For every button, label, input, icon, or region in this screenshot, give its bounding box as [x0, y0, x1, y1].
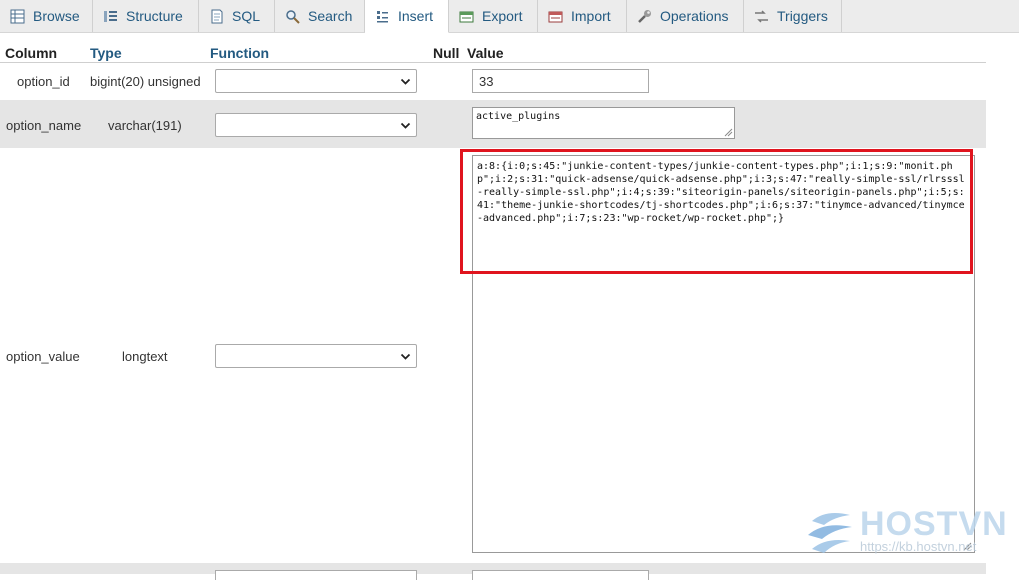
hostvn-logo-icon	[808, 513, 852, 553]
value-textarea[interactable]: active_plugins	[472, 107, 735, 139]
tab-label: Triggers	[777, 8, 828, 24]
tab-operations[interactable]: Operations	[627, 0, 744, 32]
column-type: bigint(20) unsigned	[90, 74, 201, 89]
tab-label: SQL	[232, 8, 261, 24]
tab-sql[interactable]: SQL	[199, 0, 275, 32]
header-function[interactable]: Function	[210, 45, 269, 61]
column-name: option_name	[6, 118, 82, 133]
search-icon	[285, 9, 300, 24]
tab-label: Structure	[126, 8, 183, 24]
insert-icon	[375, 9, 390, 24]
hostvn-watermark: HOSTVN https://kb.hostvn.net	[806, 505, 1007, 559]
tab-bar: Browse Structure SQL Search Insert Expor…	[0, 0, 1019, 33]
sql-icon	[209, 9, 224, 24]
tab-export[interactable]: Export	[449, 0, 538, 32]
tab-label: Import	[571, 8, 611, 24]
column-name: option_id	[17, 74, 70, 89]
table-row: option_id bigint(20) unsigned 33	[0, 63, 986, 100]
function-select[interactable]	[215, 344, 417, 368]
header-null: Null	[433, 45, 460, 61]
function-select[interactable]	[215, 69, 417, 93]
table-header: Column Type Function Null Value	[0, 44, 986, 63]
chevron-down-icon	[400, 353, 411, 360]
structure-icon	[103, 9, 118, 24]
value-input[interactable]: 33	[472, 69, 649, 93]
import-icon	[548, 9, 563, 24]
header-type[interactable]: Type	[90, 45, 122, 61]
tab-label: Operations	[660, 8, 729, 24]
export-icon	[459, 9, 474, 24]
header-column: Column	[5, 45, 58, 61]
tab-insert[interactable]: Insert	[365, 0, 449, 33]
watermark-url: https://kb.hostvn.net	[860, 539, 977, 554]
chevron-down-icon	[400, 122, 411, 129]
tab-import[interactable]: Import	[538, 0, 627, 32]
tab-browse[interactable]: Browse	[0, 0, 93, 32]
column-type: longtext	[122, 349, 168, 364]
chevron-down-icon	[400, 78, 411, 85]
watermark-brand: HOSTVN	[860, 505, 1008, 543]
value-input[interactable]	[472, 570, 649, 580]
tab-triggers[interactable]: Triggers	[744, 0, 842, 32]
table-row	[0, 563, 986, 580]
tab-label: Export	[482, 8, 523, 24]
tab-search[interactable]: Search	[275, 0, 365, 32]
resize-grip-icon[interactable]	[724, 128, 733, 137]
function-select[interactable]	[215, 113, 417, 137]
column-name: option_value	[6, 349, 80, 364]
function-select[interactable]	[215, 570, 417, 580]
browse-icon	[10, 9, 25, 24]
column-type: varchar(191)	[108, 118, 182, 133]
operations-icon	[637, 9, 652, 24]
tab-label: Insert	[398, 8, 434, 24]
value-textarea[interactable]: a:8:{i:0;s:45:"junkie-content-types/junk…	[472, 155, 975, 553]
tab-structure[interactable]: Structure	[93, 0, 199, 32]
header-value: Value	[467, 45, 504, 61]
tab-label: Search	[308, 8, 353, 24]
tab-label: Browse	[33, 8, 80, 24]
triggers-icon	[754, 9, 769, 24]
